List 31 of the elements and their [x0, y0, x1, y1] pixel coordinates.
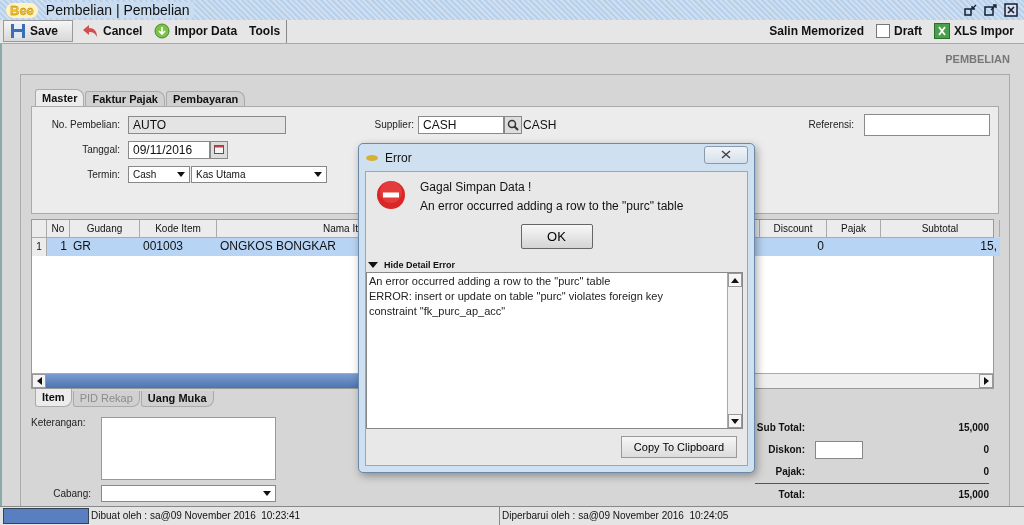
table-cell: 15, — [980, 238, 997, 253]
summary-label: Diskon: — [767, 444, 805, 455]
field-label: Termin: — [86, 169, 121, 180]
summary-value: 15,000 — [958, 422, 989, 433]
field-label: Keterangan: — [31, 416, 87, 430]
field-label: Supplier: — [373, 119, 414, 130]
updated-info: Diperbarui oleh : sa@09 November 2016 10:24:05 — [501, 509, 730, 524]
app-logo: Bee — [6, 2, 38, 18]
field-label: Cabang: — [52, 486, 91, 501]
summary-label: Pajak: — [774, 466, 805, 477]
table-cell: ONGKOS BONGKAR — [220, 238, 337, 253]
field-label: Referensi: — [808, 119, 854, 130]
error-message: An error occurred adding a row to the "purc" table — [420, 199, 684, 213]
table-cell: 0 — [817, 238, 824, 253]
error-heading: Gagal Simpan Data ! — [420, 180, 533, 194]
field-label: No. Pembelian: — [50, 119, 121, 130]
summary-value: 0 — [983, 444, 989, 455]
dialog-title: Error — [385, 150, 412, 165]
error-detail: An error occurred adding a row to the "purc" table ERROR: insert or update on table "purc" violates foreign key constraint "fk_purc_ap_acc" — [368, 274, 664, 319]
summary-label: Sub Total: — [755, 422, 805, 433]
summary-label: Total: — [777, 489, 805, 500]
summary-value: 15,000 — [958, 489, 989, 500]
supplier-name: CASH — [523, 117, 557, 132]
table-cell: 1 — [60, 238, 67, 253]
table-cell: GR — [73, 238, 91, 253]
field-label: Tanggal: — [81, 144, 121, 155]
table-cell: 001003 — [143, 238, 184, 253]
window-title: Pembelian | Pembelian — [45, 2, 194, 19]
summary-value: 0 — [983, 466, 989, 477]
created-info: Dibuat oleh : sa@09 November 2016 10:23:41 — [89, 506, 500, 525]
page-title: PEMBELIAN — [945, 52, 1010, 65]
